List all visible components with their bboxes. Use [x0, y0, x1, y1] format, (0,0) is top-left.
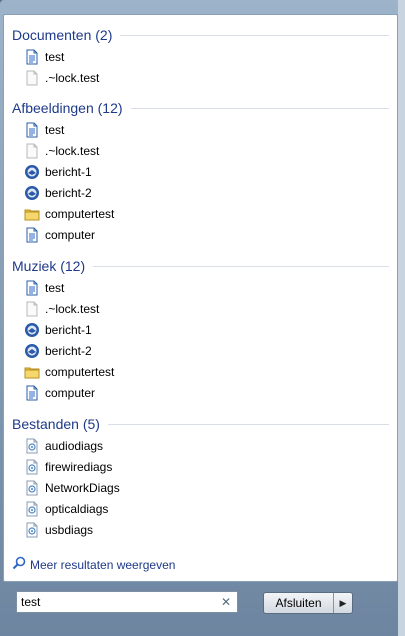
result-item-label: bericht-1 [45, 323, 92, 337]
diag-file-icon [24, 501, 40, 517]
result-item[interactable]: usbdiags [24, 520, 384, 540]
blank-file-icon [24, 301, 40, 317]
result-item[interactable]: bericht-1 [24, 320, 384, 340]
section-header[interactable]: Documenten (2) [12, 25, 389, 45]
blank-file-icon [24, 143, 40, 159]
result-item[interactable]: .~lock.test [24, 68, 384, 88]
search-input[interactable] [21, 595, 211, 609]
result-item[interactable]: computertest [24, 204, 384, 224]
diag-file-icon [24, 459, 40, 475]
result-item[interactable]: NetworkDiags [24, 478, 384, 498]
result-item-label: bericht-1 [45, 165, 92, 179]
result-item-label: NetworkDiags [45, 481, 120, 495]
folder-icon [24, 206, 40, 222]
shutdown-button-group: Afsluiten ▶ [263, 592, 353, 614]
shutdown-options-arrow-icon[interactable]: ▶ [333, 593, 352, 613]
result-item[interactable]: bericht-1 [24, 162, 384, 182]
result-item[interactable]: .~lock.test [24, 141, 384, 161]
result-item-label: bericht-2 [45, 344, 92, 358]
result-item[interactable]: firewirediags [24, 457, 384, 477]
section-header-label: Documenten (2) [12, 27, 113, 43]
more-results-label: Meer resultaten weergeven [30, 558, 176, 572]
result-item[interactable]: computertest [24, 362, 384, 382]
result-item[interactable]: bericht-2 [24, 183, 384, 203]
result-item-label: computer [45, 228, 96, 242]
thunderbird-icon [24, 322, 40, 338]
result-item[interactable]: computer [24, 225, 384, 245]
thunderbird-icon [24, 164, 40, 180]
folder-icon [24, 364, 40, 380]
section-header-label: Afbeeldingen (12) [12, 100, 123, 116]
blank-file-icon [24, 70, 40, 86]
section-header[interactable]: Bestanden (5) [12, 414, 389, 434]
result-item-label: bericht-2 [45, 186, 92, 200]
search-icon [12, 556, 26, 575]
diag-file-icon [24, 438, 40, 454]
result-item-label: audiodiags [45, 439, 104, 453]
result-item-label: computertest [45, 365, 115, 379]
result-item-label: .~lock.test [45, 71, 100, 85]
result-item[interactable]: test [24, 47, 384, 67]
result-item-label: .~lock.test [45, 144, 100, 158]
section-divider [107, 423, 389, 425]
diag-file-icon [24, 522, 40, 538]
document-icon [24, 49, 40, 65]
result-item-label: firewirediags [45, 460, 113, 474]
document-icon [24, 122, 40, 138]
search-box[interactable]: ✕ [16, 591, 238, 613]
document-icon [24, 280, 40, 296]
section-divider [130, 107, 389, 109]
section-header[interactable]: Muziek (12) [12, 256, 389, 276]
diag-file-icon [24, 480, 40, 496]
result-item[interactable]: audiodiags [24, 436, 384, 456]
section-header-label: Bestanden (5) [12, 416, 100, 432]
clear-search-icon[interactable]: ✕ [221, 595, 231, 609]
result-item[interactable]: opticaldiags [24, 499, 384, 519]
shutdown-button[interactable]: Afsluiten [264, 593, 333, 613]
result-item-label: usbdiags [45, 523, 94, 537]
search-results-panel: Documenten (2) test .~lock.test Afbeeldinge… [3, 14, 398, 582]
result-item[interactable]: .~lock.test [24, 299, 384, 319]
result-item[interactable]: test [24, 120, 384, 140]
start-menu: Documenten (2) test .~lock.test Afbeeldinge… [0, 0, 405, 636]
section-header[interactable]: Afbeeldingen (12) [12, 98, 389, 118]
result-item[interactable]: test [24, 278, 384, 298]
result-item-label: opticaldiags [45, 502, 109, 516]
document-icon [24, 227, 40, 243]
result-item-label: test [45, 123, 65, 137]
result-item-label: test [45, 281, 65, 295]
section-header-label: Muziek (12) [12, 258, 86, 274]
thunderbird-icon [24, 343, 40, 359]
document-icon [24, 385, 40, 401]
result-item-label: .~lock.test [45, 302, 100, 316]
result-item-label: computer [45, 386, 96, 400]
result-item[interactable]: computer [24, 383, 384, 403]
result-item-label: test [45, 50, 65, 64]
result-item-label: computertest [45, 207, 115, 221]
window-edge [398, 0, 405, 636]
thunderbird-icon [24, 185, 40, 201]
more-results-link[interactable]: Meer resultaten weergeven [12, 556, 175, 574]
section-divider [93, 265, 389, 267]
section-divider [120, 34, 389, 36]
result-item[interactable]: bericht-2 [24, 341, 384, 361]
